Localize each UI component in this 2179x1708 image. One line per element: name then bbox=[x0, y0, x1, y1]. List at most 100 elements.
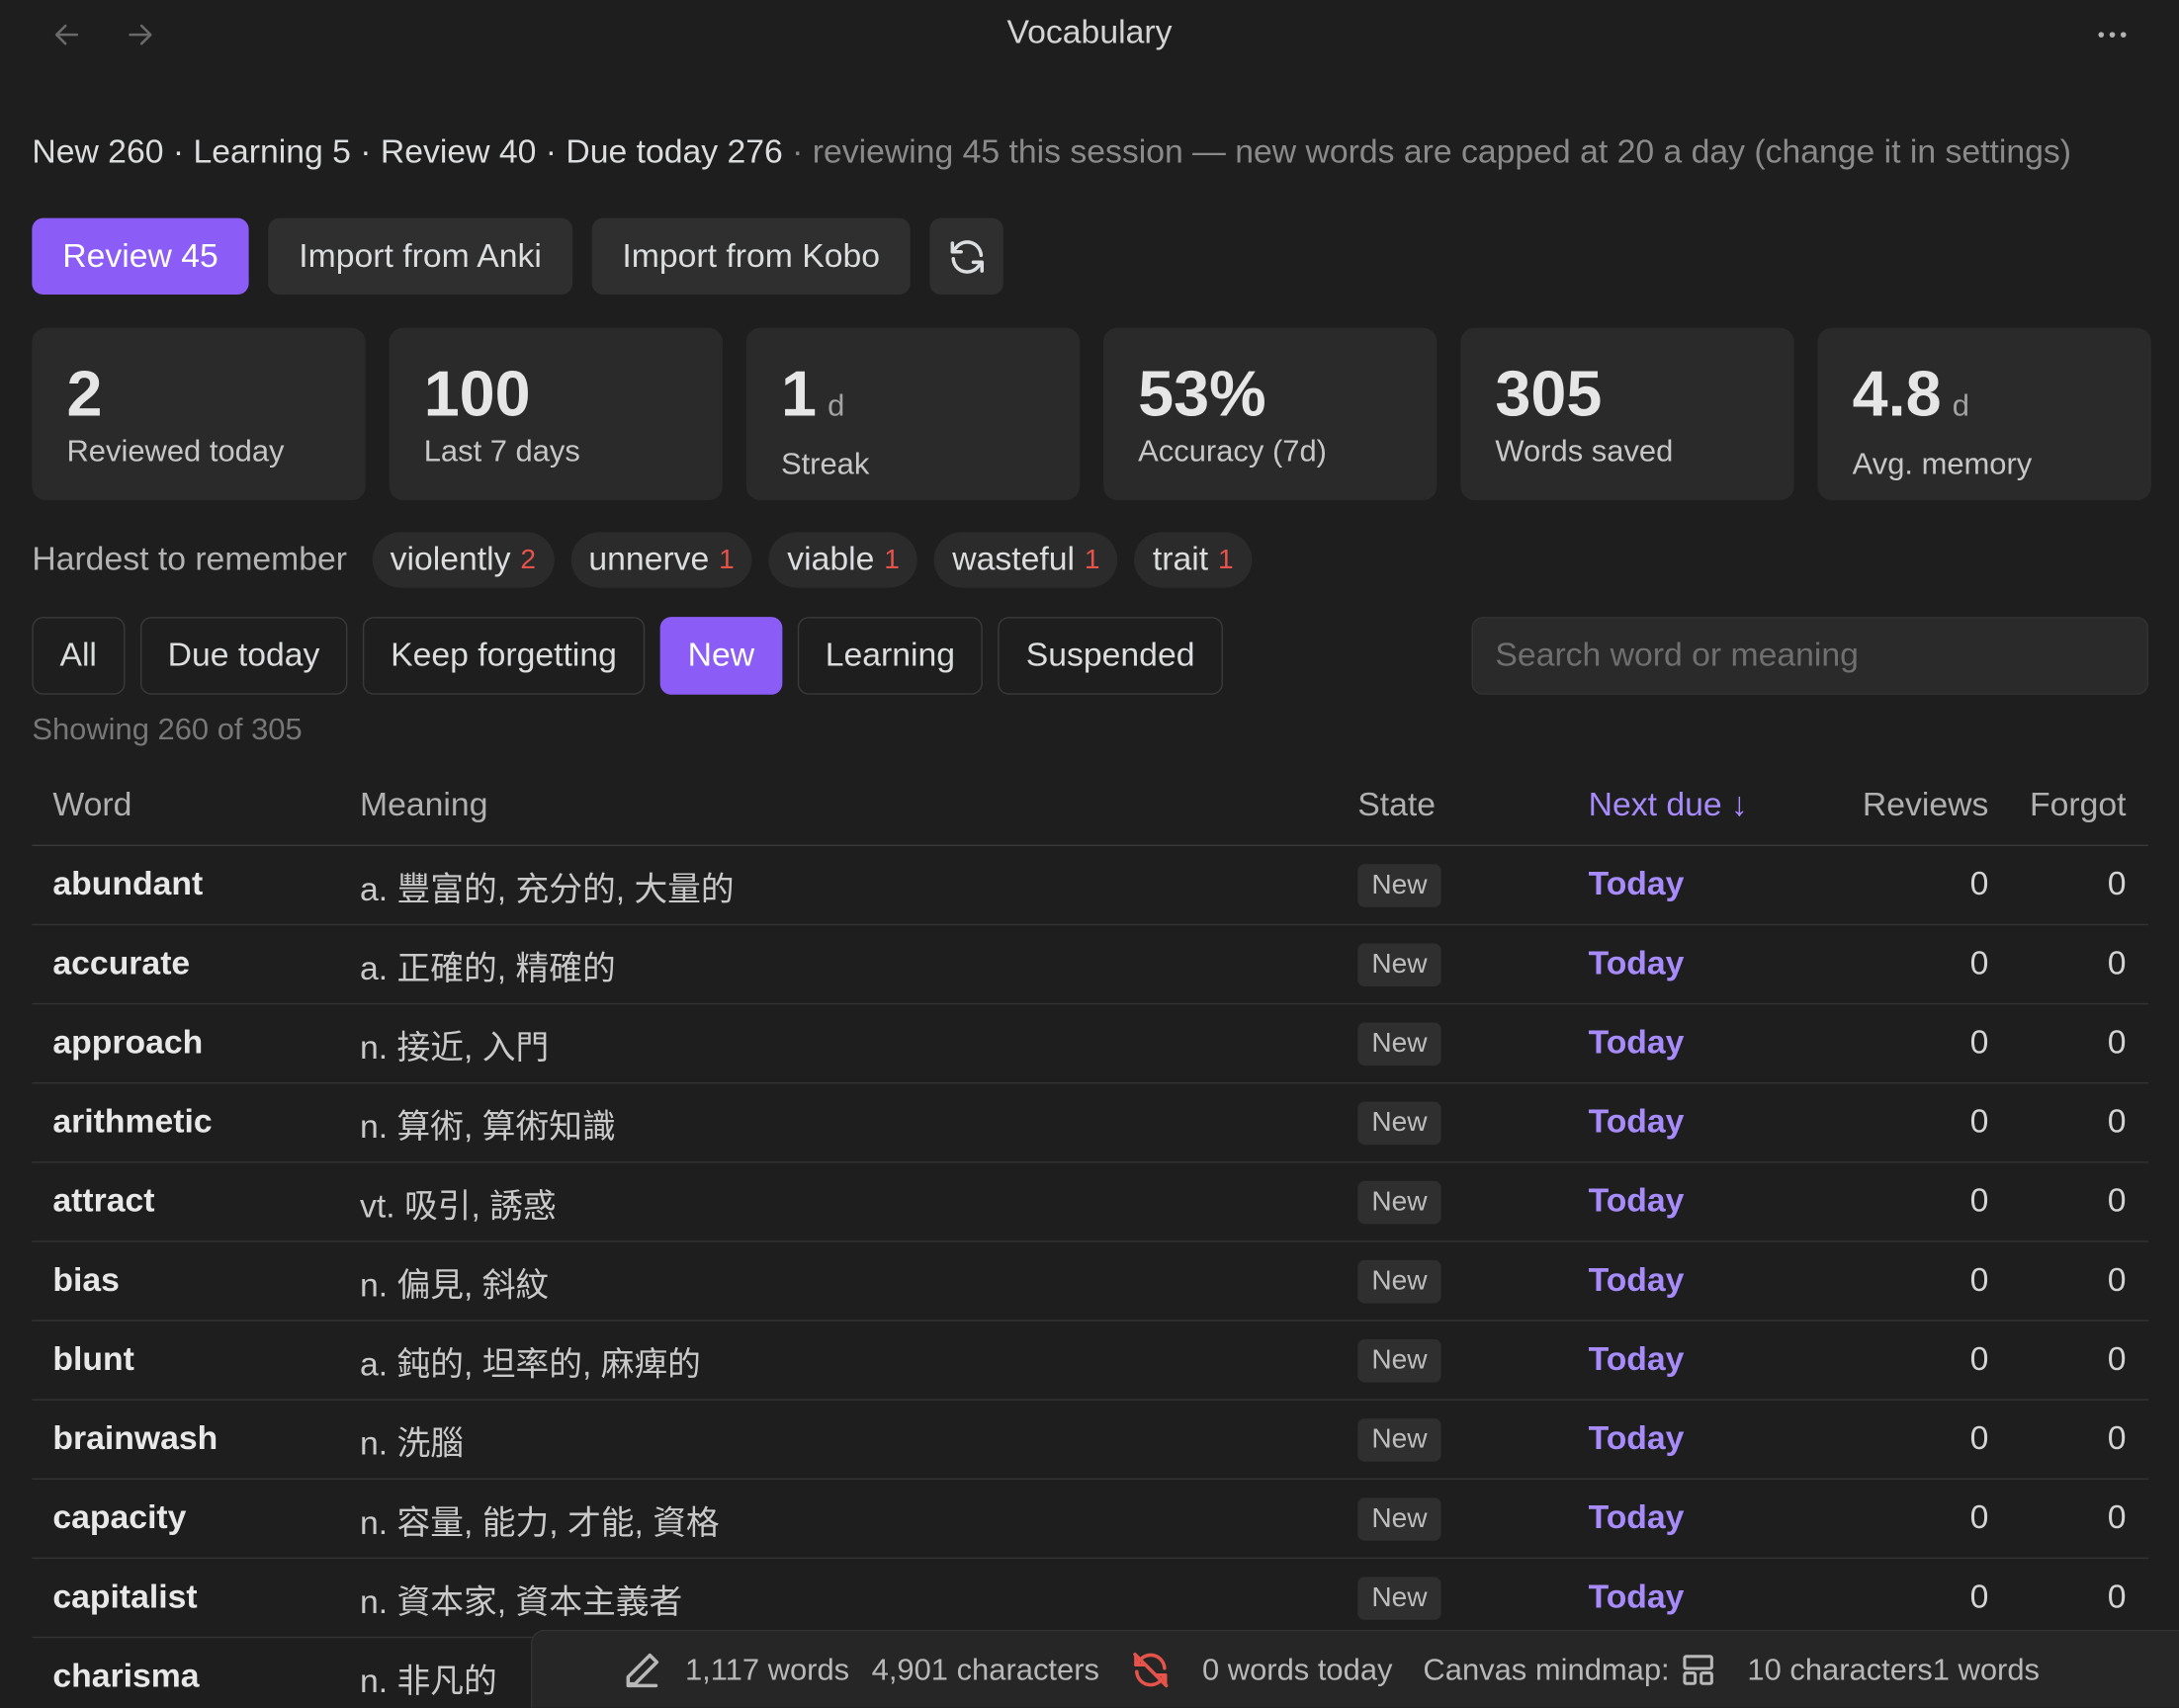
header-word[interactable]: Word bbox=[32, 787, 360, 825]
forget-count-badge: 1 bbox=[719, 544, 735, 575]
header-next-due[interactable]: Next due ↓ bbox=[1589, 787, 1811, 825]
stat-number: 100 bbox=[423, 357, 531, 430]
filter-tab-all[interactable]: All bbox=[32, 617, 126, 695]
sync-disabled-icon[interactable] bbox=[1130, 1649, 1172, 1690]
search-input[interactable] bbox=[1471, 617, 2149, 695]
stat-number: 2 bbox=[66, 357, 103, 430]
action-bar: Review 45 Import from Anki Import from K… bbox=[32, 217, 1004, 295]
table-row[interactable]: arithmetic n. 算術, 算術知識 New Today 0 0 bbox=[32, 1083, 2149, 1163]
state-cell: New bbox=[1357, 942, 1588, 986]
review-button[interactable]: Review 45 bbox=[32, 217, 249, 295]
next-due-cell: Today bbox=[1588, 1023, 1685, 1062]
stat-card: 305 Words saved bbox=[1460, 327, 1794, 501]
stat-card: 100 Last 7 days bbox=[389, 327, 723, 501]
state-cell: New bbox=[1357, 1496, 1588, 1541]
word-cell: brainwash bbox=[52, 1419, 218, 1458]
reviews-cell: 0 bbox=[1969, 1498, 1989, 1537]
stat-number: 53% bbox=[1138, 357, 1266, 430]
table-row[interactable]: capacity n. 容量, 能力, 才能, 資格 New Today 0 0 bbox=[32, 1480, 2149, 1560]
state-badge: New bbox=[1357, 942, 1441, 986]
table-row[interactable]: bias n. 偏見, 斜紋 New Today 0 0 bbox=[32, 1242, 2149, 1322]
state-badge: New bbox=[1357, 1021, 1441, 1066]
table-row[interactable]: accurate a. 正確的, 精確的 New Today 0 0 bbox=[32, 925, 2149, 1005]
filter-tab-suspended[interactable]: Suspended bbox=[998, 617, 1223, 695]
stat-value: 305 bbox=[1495, 353, 1759, 434]
forget-count-badge: 1 bbox=[1084, 544, 1100, 575]
hard-word: unnerve bbox=[588, 540, 710, 578]
meaning-cell: n. 偏見, 斜紋 bbox=[360, 1266, 550, 1305]
import-anki-button[interactable]: Import from Anki bbox=[268, 217, 572, 295]
state-cell: New bbox=[1357, 1100, 1588, 1145]
layout-icon[interactable] bbox=[1681, 1652, 1717, 1688]
reviews-cell: 0 bbox=[1969, 1419, 1989, 1458]
more-dots-icon bbox=[2098, 32, 2105, 38]
state-cell: New bbox=[1357, 1417, 1588, 1461]
canvas-mindmap-label: Canvas mindmap: bbox=[1423, 1651, 1670, 1686]
edit-icon[interactable] bbox=[621, 1649, 662, 1690]
hard-word: trait bbox=[1152, 540, 1209, 578]
stat-value: 4.8 d bbox=[1853, 353, 2117, 446]
header-state[interactable]: State bbox=[1357, 787, 1588, 825]
forgot-cell: 0 bbox=[2107, 1182, 2127, 1221]
forgot-cell: 0 bbox=[2107, 1578, 2127, 1616]
stat-label: Reviewed today bbox=[66, 433, 285, 469]
table-row[interactable]: brainwash n. 洗腦 New Today 0 0 bbox=[32, 1401, 2149, 1480]
next-due-cell: Today bbox=[1588, 1498, 1685, 1537]
stat-value: 1d bbox=[781, 353, 1045, 446]
word-cell: attract bbox=[52, 1182, 155, 1221]
stat-card: 1 d Streak bbox=[745, 327, 1081, 501]
table-row[interactable]: abundant a. 豐富的, 充分的, 大量的 New Today 0 0 bbox=[32, 846, 2149, 926]
more-dot bbox=[2109, 32, 2116, 38]
next-due-cell: Today bbox=[1588, 1103, 1685, 1141]
header-forgot[interactable]: Forgot bbox=[1988, 787, 2148, 825]
word-cell: capitalist bbox=[52, 1578, 198, 1616]
state-badge: New bbox=[1357, 1496, 1441, 1541]
next-due-cell: Today bbox=[1588, 865, 1685, 903]
filter-tab-keep-forgetting[interactable]: Keep forgetting bbox=[362, 617, 646, 695]
stat-unit: d bbox=[1952, 387, 1970, 423]
meaning-cell: a. 正確的, 精確的 bbox=[360, 949, 616, 987]
hard-word-chip[interactable]: trait 1 bbox=[1134, 532, 1252, 588]
filter-tab-due-today[interactable]: Due today bbox=[139, 617, 348, 695]
import-kobo-button[interactable]: Import from Kobo bbox=[591, 217, 911, 295]
reviews-cell: 0 bbox=[1969, 1261, 1989, 1300]
word-cell: approach bbox=[52, 1023, 204, 1062]
table-row[interactable]: blunt a. 鈍的, 坦率的, 麻痺的 New Today 0 0 bbox=[32, 1322, 2149, 1401]
header-meaning[interactable]: Meaning bbox=[360, 787, 1357, 825]
next-due-cell: Today bbox=[1588, 1340, 1685, 1379]
hard-word-chip[interactable]: violently 2 bbox=[372, 532, 555, 588]
meaning-cell: n. 接近, 入門 bbox=[360, 1028, 550, 1067]
forgot-cell: 0 bbox=[2107, 865, 2127, 903]
more-options-button[interactable] bbox=[2084, 11, 2139, 58]
sync-off-icon bbox=[1133, 1652, 1169, 1687]
stat-card: 4.8 d Avg. memory bbox=[1817, 327, 2151, 501]
next-due-cell: Today bbox=[1588, 1182, 1685, 1221]
state-cell: New bbox=[1357, 1338, 1588, 1382]
table-row[interactable]: attract vt. 吸引, 誘惑 New Today 0 0 bbox=[32, 1162, 2149, 1242]
window-title: Vocabulary bbox=[1006, 14, 1173, 52]
hardest-words: Hardest to remember violently 2 unnerve 1 vi… bbox=[32, 532, 1252, 588]
stat-number: 1 bbox=[780, 357, 817, 430]
queue-summary: New 260 · Learning 5 · Review 40 · Due t… bbox=[32, 133, 2071, 172]
forgot-cell: 0 bbox=[2107, 1419, 2127, 1458]
header-reviews[interactable]: Reviews bbox=[1810, 787, 1988, 825]
stat-number: 4.8 bbox=[1852, 357, 1942, 430]
reviews-cell: 0 bbox=[1969, 1340, 1989, 1379]
table-row[interactable]: approach n. 接近, 入門 New Today 0 0 bbox=[32, 1004, 2149, 1084]
word-cell: accurate bbox=[52, 944, 191, 982]
character-count: 4,901 characters bbox=[871, 1651, 1099, 1686]
filter-tab-learning[interactable]: Learning bbox=[797, 617, 984, 695]
forget-count-badge: 2 bbox=[520, 544, 536, 575]
hard-word: wasteful bbox=[952, 540, 1076, 578]
state-badge: New bbox=[1357, 1576, 1441, 1620]
filter-tabs: All Due today Keep forgetting New Learning Su… bbox=[32, 617, 1223, 695]
hard-word-chip[interactable]: viable 1 bbox=[768, 532, 918, 588]
refresh-button[interactable] bbox=[929, 217, 1004, 295]
table-row[interactable]: capitalist n. 資本家, 資本主義者 New Today 0 0 bbox=[32, 1559, 2149, 1639]
forget-count-badge: 1 bbox=[1217, 544, 1234, 575]
hard-word-chip[interactable]: unnerve 1 bbox=[570, 532, 753, 588]
grid-layout-icon bbox=[1683, 1654, 1714, 1685]
filter-tab-new[interactable]: New bbox=[659, 617, 783, 695]
state-cell: New bbox=[1357, 1021, 1588, 1066]
hard-word-chip[interactable]: wasteful 1 bbox=[933, 532, 1118, 588]
